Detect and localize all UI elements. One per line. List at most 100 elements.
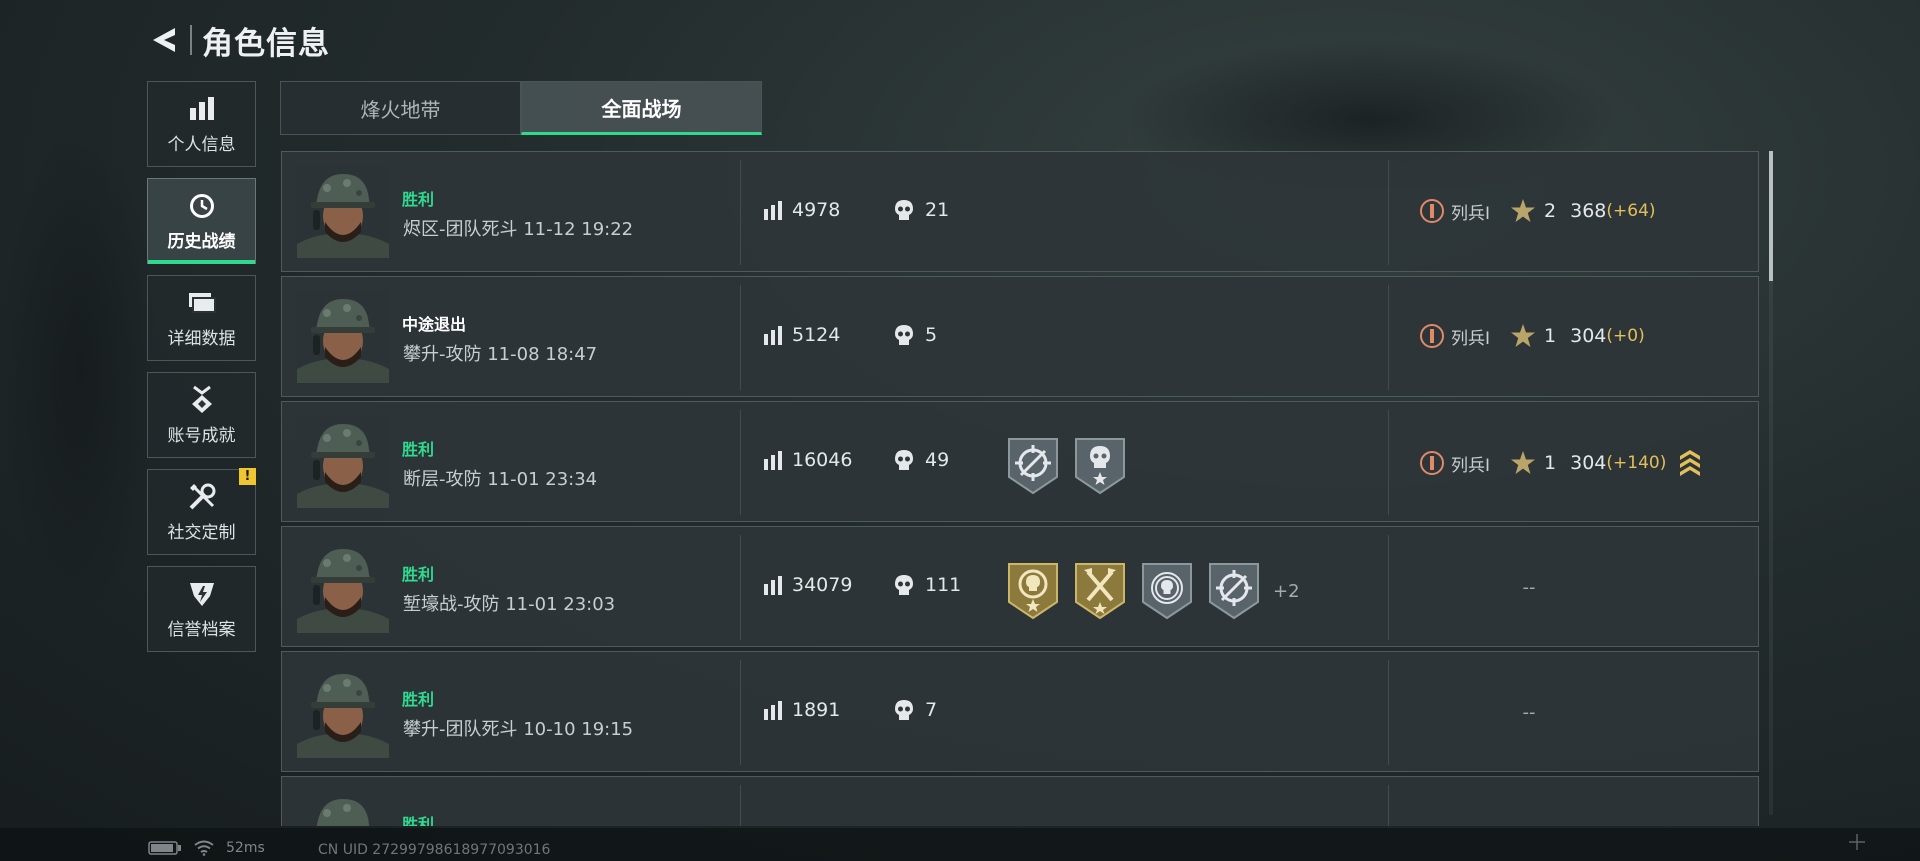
column-divider: [1388, 785, 1389, 826]
scrollbar-thumb[interactable]: [1769, 151, 1773, 281]
medal-list: [1007, 437, 1141, 495]
sidebar-item-social-custom[interactable]: 社交定制 !: [147, 468, 256, 555]
kills-value: 49: [925, 449, 950, 471]
sidebar-item-label: 个人信息: [167, 134, 236, 155]
match-result: 胜利: [402, 565, 435, 584]
tools-icon: [187, 482, 217, 512]
rank-info: 列兵Ⅰ 2 368 (+64): [1419, 198, 1656, 224]
score-value: 1891: [792, 699, 841, 721]
rank-empty: --: [1522, 702, 1536, 723]
skull-target-medal-icon[interactable]: [1141, 562, 1193, 620]
column-divider: [740, 535, 741, 640]
column-divider: [740, 160, 741, 265]
page-header: 角色信息: [148, 18, 330, 62]
match-row[interactable]: 中途退出 攀升-攻防 11-08 18:47 5124 5 列兵Ⅰ 1 304 …: [281, 276, 1759, 397]
sidebar: 个人信息 历史战绩 详细数据 账号成就 社交定制 ! 信誉档案: [147, 81, 257, 663]
column-divider: [740, 285, 741, 390]
rank-title: 列兵Ⅰ: [1451, 328, 1491, 349]
chevron-stripes-icon: [1680, 450, 1701, 476]
score-bars-icon: [764, 326, 782, 345]
rank-info: 列兵Ⅰ 1 304 (+140): [1419, 448, 1702, 478]
background-shadow: [0, 120, 160, 620]
match-result: 胜利: [402, 190, 435, 209]
match-kills: 111: [894, 574, 961, 596]
battery-icon: [148, 841, 181, 855]
avatar: [297, 666, 389, 758]
kills-value: 111: [925, 574, 962, 596]
shield-icon: [187, 579, 217, 609]
match-row[interactable]: 胜利: [281, 776, 1759, 826]
avatar: [297, 166, 389, 258]
match-row[interactable]: 胜利 烬区-团队死斗 11-12 19:22 4978 21 列兵Ⅰ 2 368…: [281, 151, 1759, 272]
score-value: 16046: [792, 449, 853, 471]
sidebar-item-label: 账号成就: [167, 425, 236, 446]
kills-value: 7: [925, 699, 938, 721]
score-bars-icon: [764, 201, 782, 220]
rank-points: 368: [1570, 200, 1607, 222]
match-row[interactable]: 胜利 攀升-团队死斗 10-10 19:15 1891 7 --: [281, 651, 1759, 772]
avatar: [297, 541, 389, 633]
rank-delta: (+0): [1606, 326, 1645, 346]
rank-stars: 1: [1544, 325, 1557, 347]
skull-icon: [895, 700, 913, 720]
match-result: 中途退出: [402, 315, 467, 334]
rank-info: 列兵Ⅰ 1 304 (+0): [1419, 323, 1645, 349]
rank-insignia-icon: [1420, 324, 1444, 348]
column-divider: [740, 660, 741, 765]
match-kills: 21: [894, 199, 949, 221]
sidebar-item-credit-profile[interactable]: 信誉档案: [147, 566, 256, 652]
crosshair-medal-icon[interactable]: [1208, 562, 1260, 620]
match-score: 16046: [763, 449, 852, 471]
sidebar-item-match-history[interactable]: 历史战绩: [147, 178, 256, 264]
match-kills: 49: [894, 449, 949, 471]
match-kills: 7: [894, 699, 937, 721]
crosshair-medal-icon[interactable]: [1007, 437, 1059, 495]
tab-warfare-zone[interactable]: 烽火地带: [280, 81, 521, 135]
match-mode-time: 断层-攻防 11-01 23:34: [403, 469, 598, 490]
match-score: 5124: [763, 324, 840, 346]
column-divider: [1388, 285, 1389, 390]
match-row[interactable]: 胜利 断层-攻防 11-01 23:34 16046 49 列兵Ⅰ 1 304 …: [281, 401, 1759, 522]
column-divider: [740, 785, 741, 826]
star-icon: [1511, 199, 1536, 222]
back-arrow-icon: [153, 28, 175, 52]
rank-empty: --: [1522, 577, 1536, 598]
medal-list: +2: [1007, 562, 1300, 620]
score-value: 34079: [792, 574, 853, 596]
rank-title: 列兵Ⅰ: [1451, 203, 1491, 224]
match-result: 胜利: [402, 815, 435, 826]
sidebar-item-label: 社交定制: [167, 522, 236, 543]
gold-skull-medal-icon[interactable]: [1007, 562, 1059, 620]
crosshair-corner-icon: [1849, 834, 1865, 850]
avatar: [297, 791, 389, 826]
match-score: 4978: [763, 199, 840, 221]
rank-stars: 1: [1544, 452, 1557, 474]
star-icon: [1511, 324, 1536, 347]
skull-icon: [895, 325, 913, 345]
header-divider: [190, 25, 192, 55]
bottom-bar: [0, 828, 1920, 861]
column-divider: [740, 410, 741, 515]
match-history-list: 胜利 烬区-团队死斗 11-12 19:22 4978 21 列兵Ⅰ 2 368…: [281, 151, 1759, 826]
ping-value: 52ms: [226, 840, 265, 856]
rank-title: 列兵Ⅰ: [1451, 455, 1491, 476]
rank-points: 304: [1570, 452, 1607, 474]
clock-icon: [187, 191, 217, 221]
gold-axes-medal-icon[interactable]: [1074, 562, 1126, 620]
tab-full-battlefield[interactable]: 全面战场: [521, 81, 762, 135]
column-divider: [1388, 410, 1389, 515]
column-divider: [1388, 160, 1389, 265]
list-scrollbar[interactable]: [1769, 151, 1773, 815]
sidebar-item-achievements[interactable]: 账号成就: [147, 372, 256, 458]
rank-insignia-icon: [1420, 199, 1444, 223]
match-row[interactable]: 胜利 堑壕战-攻防 11-01 23:03 34079 111 +2 --: [281, 526, 1759, 647]
back-button[interactable]: [148, 23, 182, 57]
match-result: 胜利: [402, 690, 435, 709]
sidebar-item-detailed-data[interactable]: 详细数据: [147, 275, 256, 361]
sidebar-item-label: 历史战绩: [167, 231, 236, 252]
more-medals-count[interactable]: +2: [1273, 581, 1300, 602]
score-bars-icon: [764, 701, 782, 720]
skull-icon: [895, 575, 913, 595]
sidebar-item-personal-info[interactable]: 个人信息: [147, 81, 256, 167]
skull-star-medal-icon[interactable]: [1074, 437, 1126, 495]
